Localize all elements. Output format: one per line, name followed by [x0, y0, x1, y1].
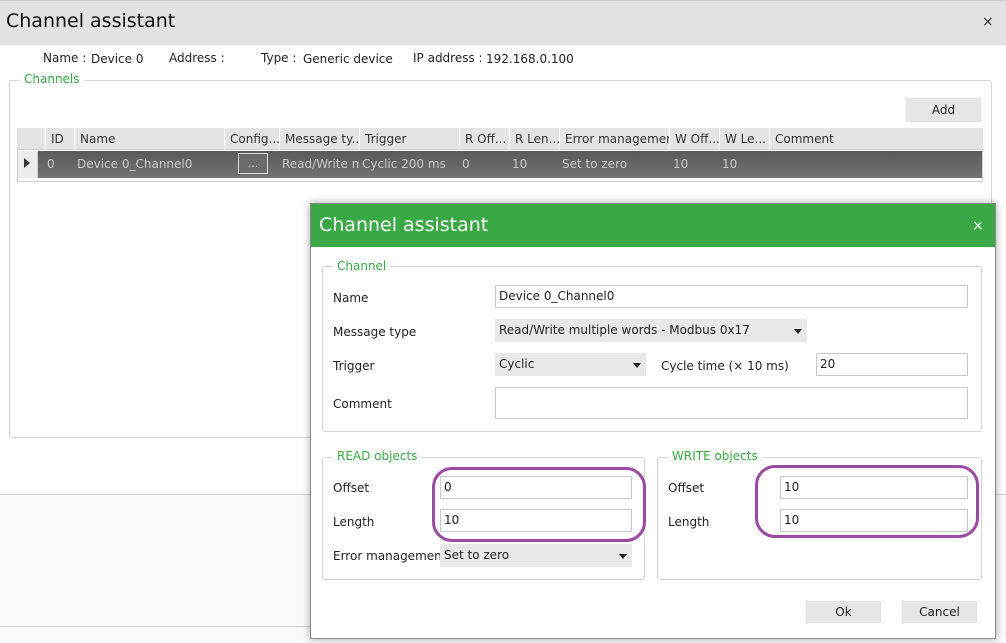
type-value: Generic device: [303, 52, 393, 66]
channels-legend: Channels: [20, 72, 84, 86]
cell-id: 0: [47, 157, 55, 171]
cell-r-length: 10: [512, 157, 528, 171]
write-objects-legend: WRITE objects: [668, 449, 762, 463]
write-length-label: Length: [668, 515, 710, 529]
read-fields-highlight: [432, 467, 646, 542]
comment-label: Comment: [333, 397, 392, 411]
channel-name-label: Name: [333, 291, 369, 305]
column-header-config[interactable]: Config...: [224, 128, 279, 150]
error-management-select[interactable]: Set to zero: [440, 544, 632, 567]
column-header-error-management[interactable]: Error management: [559, 128, 669, 150]
dialog-close-icon[interactable]: ×: [972, 218, 984, 234]
cycle-time-label: Cycle time (× 10 ms): [661, 359, 789, 373]
trigger-label: Trigger: [333, 359, 375, 373]
cycle-time-input[interactable]: 20: [816, 353, 968, 376]
read-offset-label: Offset: [333, 481, 370, 495]
device-name-value: Device 0: [91, 52, 144, 66]
column-header-name[interactable]: Name: [74, 128, 224, 150]
read-length-label: Length: [333, 515, 375, 529]
cell-w-length: 10: [722, 157, 738, 171]
ip-address-label: IP address :: [413, 51, 483, 65]
column-header-comment[interactable]: Comment: [769, 128, 981, 150]
message-type-label: Message type: [333, 325, 417, 339]
ip-address-value: 192.168.0.100: [486, 52, 574, 66]
channel-legend: Channel: [333, 259, 391, 273]
trigger-value: Cyclic: [499, 357, 535, 371]
column-header-id[interactable]: ID: [45, 128, 74, 150]
address-label: Address :: [169, 51, 225, 65]
channel-name-input[interactable]: Device 0_Channel0: [495, 285, 968, 308]
message-type-select[interactable]: Read/Write multiple words - Modbus 0x17: [495, 319, 807, 342]
cell-w-offset: 10: [673, 157, 689, 171]
ok-button[interactable]: Ok: [806, 601, 881, 623]
error-management-value: Set to zero: [444, 548, 510, 562]
column-header-r-offset[interactable]: R Off...: [459, 128, 509, 150]
read-objects-legend: READ objects: [333, 449, 422, 463]
trigger-select[interactable]: Cyclic: [495, 353, 646, 376]
row-pointer-icon: [24, 158, 30, 168]
chevron-down-icon: [794, 329, 802, 334]
device-name-label: Name :: [43, 51, 87, 65]
cell-name: Device 0_Channel0: [77, 157, 193, 171]
column-header-w-offset[interactable]: W Off...: [669, 128, 719, 150]
column-header-trigger[interactable]: Trigger: [359, 128, 459, 150]
chevron-down-icon: [619, 554, 627, 559]
background-window-title: Channel assistant: [6, 10, 176, 32]
cancel-button[interactable]: Cancel: [902, 601, 977, 623]
column-header-w-length[interactable]: W Le...: [719, 128, 769, 150]
divider: [0, 626, 310, 627]
write-offset-label: Offset: [668, 481, 705, 495]
cell-r-offset: 0: [462, 157, 470, 171]
type-label: Type :: [261, 51, 297, 65]
chevron-down-icon: [633, 363, 641, 368]
write-fields-highlight: [755, 465, 979, 538]
cell-message-type: Read/Write mu: [282, 157, 359, 171]
configure-channel-button[interactable]: ...: [238, 153, 268, 174]
column-header-r-length[interactable]: R Len...: [509, 128, 559, 150]
cell-error-management: Set to zero: [562, 157, 628, 171]
column-header-message-type[interactable]: Message ty...: [279, 128, 359, 150]
add-channel-button[interactable]: Add: [906, 98, 981, 122]
cell-trigger: Cyclic 200 ms: [362, 157, 446, 171]
dialog-title: Channel assistant: [319, 214, 489, 236]
error-management-label: Error management: [333, 549, 447, 563]
background-close-icon[interactable]: ×: [982, 14, 994, 30]
message-type-value: Read/Write multiple words - Modbus 0x17: [499, 323, 750, 337]
cell-comment: [767, 151, 967, 178]
comment-input[interactable]: [495, 387, 968, 419]
